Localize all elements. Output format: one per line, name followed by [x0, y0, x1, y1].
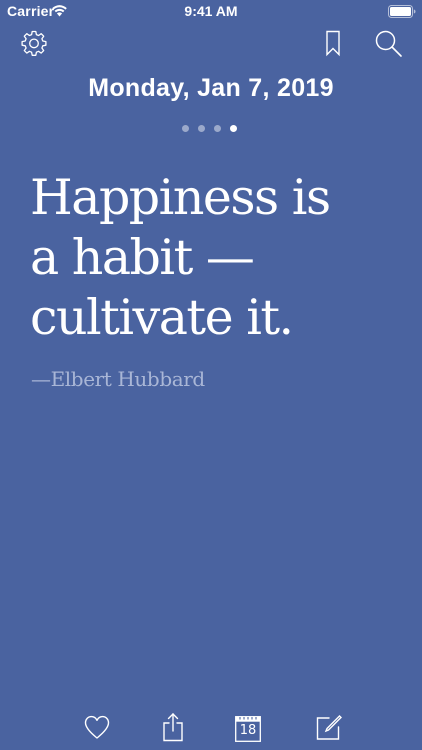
compose-button[interactable]: [313, 712, 343, 742]
compose-icon: [316, 715, 342, 740]
status-bar: Carrier 9:41 AM: [0, 0, 422, 22]
quote-line: Happiness is: [30, 169, 331, 226]
search-icon: [375, 30, 402, 57]
heart-icon: [84, 715, 110, 739]
quote-text: Happiness is a habit — cultivate it.: [30, 168, 400, 348]
quote-screen: Carrier 9:41 AM Monday, Jan 7, 2019 Happ…: [0, 0, 422, 750]
bookmark-icon: [326, 30, 340, 57]
page-dot[interactable]: [198, 125, 205, 132]
page-dot[interactable]: [214, 125, 221, 132]
page-dot[interactable]: [182, 125, 189, 132]
battery-icon: [388, 5, 416, 18]
like-button[interactable]: [82, 712, 112, 742]
quote-date: Monday, Jan 7, 2019: [88, 74, 334, 102]
settings-button[interactable]: [19, 28, 49, 58]
search-button[interactable]: [373, 28, 403, 58]
page-indicator[interactable]: [182, 125, 237, 133]
share-button[interactable]: [158, 712, 188, 742]
gear-icon: [21, 30, 47, 56]
share-icon: [163, 713, 183, 742]
quote-author: —Elbert Hubbard: [31, 367, 205, 391]
bookmark-button[interactable]: [318, 28, 348, 58]
calendar-day: 18: [239, 723, 257, 738]
quote-line: a habit —: [30, 229, 255, 286]
clock: 9:41 AM: [184, 3, 238, 19]
page-dot-active[interactable]: [230, 125, 237, 132]
quote-line: cultivate it.: [30, 289, 294, 346]
calendar-button[interactable]: 18: [233, 712, 263, 742]
